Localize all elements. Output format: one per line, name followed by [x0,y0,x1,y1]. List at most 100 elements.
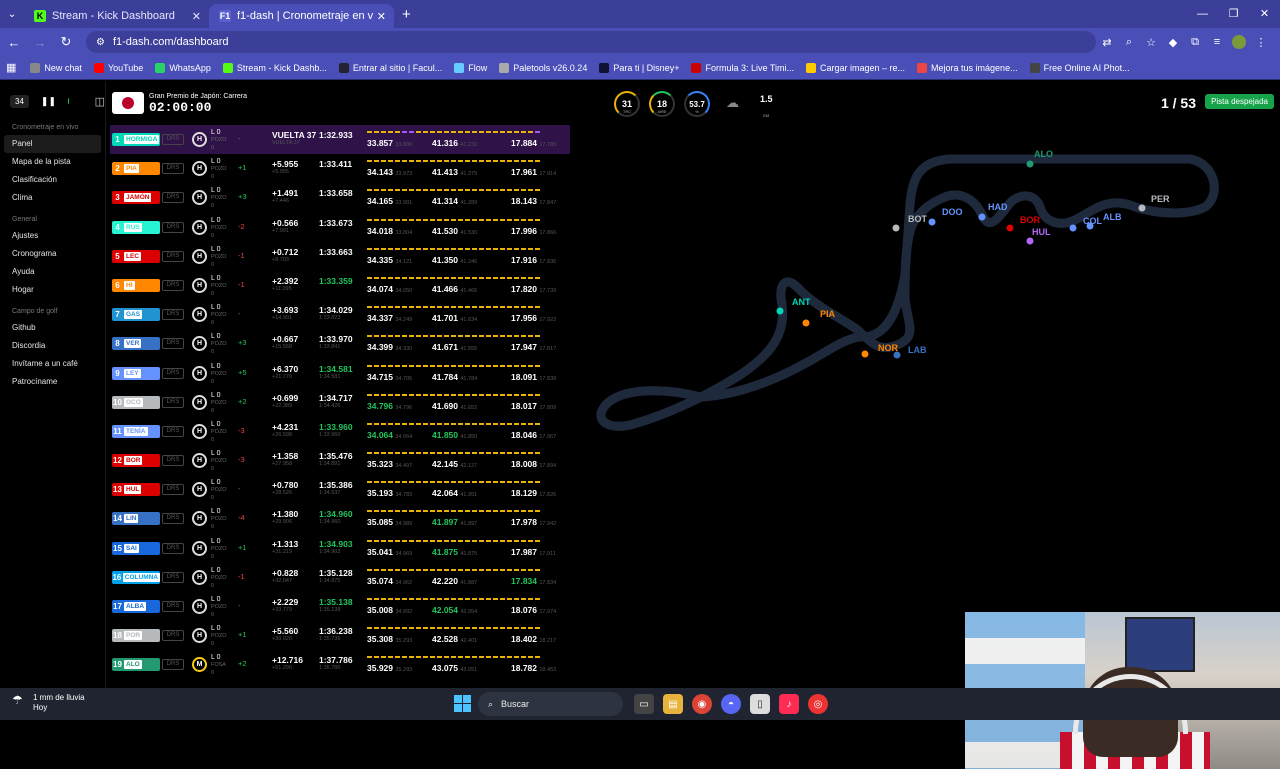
mini-sector [451,656,456,659]
sidebar-item-github[interactable]: Github [0,319,105,337]
bookmark-item[interactable]: Cargar imagen – re... [805,62,905,73]
bookmark-item[interactable]: Flow [454,62,487,73]
driver-row[interactable]: 11 TENÍA DRS H L 0 POZO 0 -3 +4.231 +26.598 1:33.9… [110,417,570,446]
apps-grid-icon[interactable]: ▦ [6,61,16,74]
zoom-icon[interactable]: ⌕ [1118,36,1140,49]
sidebar-item-discordia[interactable]: Discordia [0,337,105,355]
bookmark-label: YouTube [107,62,144,73]
site-info-icon[interactable]: ⚙ [96,37,105,48]
driver-row[interactable]: 6 HI DRS H L 0 POZO 0 -1 +2.392 +11.095 1:33.359 34… [110,271,570,300]
menu-icon[interactable]: ⋮ [1250,36,1272,49]
forward-icon[interactable]: → [28,35,52,50]
tyre-compound-icon: H [192,190,207,206]
sidebar-item-patroc-name[interactable]: Patrocíname [0,373,105,391]
address-bar[interactable]: ⚙ f1-dash.com/dashboard [86,31,1096,53]
mini-sector [535,335,540,338]
sector-2-time: 43.075 43.051 [432,663,477,673]
bookmark-item[interactable]: Free Online AI Phot... [1029,62,1130,73]
reload-icon[interactable]: ↻ [54,34,78,50]
bookmark-item[interactable]: Stream - Kick Dashb... [222,62,327,73]
driver-row[interactable]: 13 HUL DRS H L 0 POZO 0- +0.780 +28.526 1:35.386 1… [110,475,570,504]
sidebar-item-inv-tame-a-un-caf-[interactable]: Invítame a un café [0,355,105,373]
mini-sector [395,452,400,455]
mini-sector [493,598,498,600]
new-tab-button[interactable]: + [402,6,411,23]
tab-search-icon[interactable]: ⌄ [0,9,24,20]
mini-sector [500,364,505,367]
bookmark-item[interactable]: WhatsApp [155,62,211,73]
driver-row[interactable]: 1 HORMIGA DRS H L 0 POZO 0- VUELTA 37 VUELTA 37 1… [110,125,570,155]
mini-sector [374,364,379,367]
driver-row[interactable]: 14 LIN DRS H L 0 POZO 0 -4 +1.380 +29.906 1:34.960… [110,504,570,533]
pause-icon[interactable]: ❚❚ [41,96,56,107]
sidebar-toggle-icon[interactable]: ◫ [95,95,105,108]
minimize-icon[interactable]: — [1187,0,1218,28]
sidebar-item-clima[interactable]: Clima [0,189,105,207]
bookmark-item[interactable]: New chat [30,62,82,73]
close-tab-icon[interactable]: ✕ [377,10,386,23]
drs-indicator: DRS [162,484,184,496]
app-icon[interactable]: ◎ [808,694,828,714]
back-icon[interactable]: ← [2,35,26,50]
bookmark-item[interactable]: Mejora tus imágene... [917,62,1018,73]
file-explorer-icon[interactable]: ▤ [663,694,683,714]
sector-best: 34.962 [395,579,413,586]
windows-start-icon[interactable] [454,695,471,712]
driver-row[interactable]: 10 OCO DRS H L 0 POZO 0 +2 +0.699 +22.389 1:34.717… [110,388,570,417]
sidebar-item-ayuda[interactable]: Ayuda [0,263,105,281]
driver-row[interactable]: 15 SAI DRS H L 0 POZO 0 +1 +1.313 +31.219 1:34.903… [110,534,570,563]
driver-row[interactable]: 5 LEC DRS H L 0 POZO 0 -1 +0.712 +8.703 1:33.663 34… [110,242,570,271]
taskbar-search[interactable]: ⌕ Buscar [478,692,623,716]
mini-sector [472,189,477,192]
chrome-icon[interactable]: ◉ [692,694,712,714]
sidebar-item-cronograma[interactable]: Cronograma [0,245,105,263]
driver-row[interactable]: 12 BOR DRS H L 0 POZO 0 -3 +1.358 +27.958 1:35.476… [110,446,570,475]
mini-sector [535,131,540,133]
tab-f1-dash[interactable]: F1 f1-dash | Cronometraje en vivo ✕ [209,4,394,28]
bookmark-item[interactable]: Entrar al sitio | Facul... [338,62,442,73]
driver-row[interactable]: 2 PIA DRS H L 0 POZO 0 +1 +5.955 +5.955 1:33.411 34… [110,154,570,183]
pit-count: 0 [211,436,215,443]
tab-kick-dashboard[interactable]: K Stream - Kick Dashboard ✕ [24,4,209,28]
media-icon[interactable]: ≡ [1206,36,1228,48]
task-view-icon[interactable]: ▭ [634,694,654,714]
bookmark-item[interactable]: YouTube [93,62,144,73]
close-window-icon[interactable]: ✕ [1249,0,1280,28]
profile-avatar[interactable] [1232,35,1246,49]
weather-widget[interactable]: ☂ 1 mm de lluvia Hoy [12,693,85,713]
sector-1-time: 35.193 34.783 [367,488,412,498]
bookmark-item[interactable]: Paletools v26.0.24 [499,62,587,73]
last-lap-time: 1:36.238 1:35.736 [319,627,353,643]
sidebar-item-ajustes[interactable]: Ajustes [0,227,105,245]
driver-row[interactable]: 16 COLUMNA DRS H L 0 POZO 0 -1 +0.828 +32.047 1:35… [110,563,570,592]
notepad-icon[interactable]: ▯ [750,694,770,714]
driver-row[interactable]: 9 LEY DRS H L 0 POZO 0 +5 +6.370 +21.770 1:34.581 1… [110,359,570,388]
sidebar-item-clasificaci-n[interactable]: Clasificación [0,171,105,189]
driver-row[interactable]: 17 ALBA DRS H L 0 POZO 0- +2.229 +33.779 1:35.138… [110,592,570,621]
sidebar-item-hogar[interactable]: Hogar [0,281,105,299]
driver-row[interactable]: 19 ALO DRS M L 0 FOSA 0 +2 +12.716 +51.290 1:37.78… [110,650,570,679]
bookmark-star-icon[interactable]: ☆ [1140,36,1162,49]
restore-icon[interactable]: ❐ [1218,0,1249,28]
mini-sector [367,452,372,455]
translate-icon[interactable]: ⇄ [1096,36,1118,49]
sidebar-item-panel[interactable]: Panel [4,135,101,153]
mini-sector [444,276,449,279]
bookmark-item[interactable]: Para ti | Disney+ [599,62,679,73]
sidebar-item-mapa-de-la-pista[interactable]: Mapa de la pista [0,153,105,171]
driver-row[interactable]: 3 JAMÓN DRS H L 0 POZO 0 +3 +1.491 +7.446 1:33.658… [110,183,570,212]
extension-icon[interactable]: ◆ [1162,36,1184,49]
extensions-puzzle-icon[interactable]: ⧉ [1184,36,1206,49]
position-change: - [238,134,241,143]
bookmark-item[interactable]: Formula 3: Live Timi... [691,62,794,73]
driver-row[interactable]: 4 RUS DRS H L 0 POZO 0 -2 +0.566 +7.991 1:33.673 34… [110,213,570,242]
mini-sector [430,364,435,367]
driver-row[interactable]: 7 GAS DRS H L 0 POZO 0- +3.693 +14.901 1:34.029 1:… [110,300,570,329]
driver-row[interactable]: 18 POR DRS H L 0 POZO 0 +1 +5.560 +39.020 1:36.238… [110,621,570,650]
close-tab-icon[interactable]: ✕ [192,10,201,23]
discord-icon[interactable]: ◓ [721,694,741,714]
driver-row[interactable]: 8 VER DRS H L 0 POZO 0 +3 +0.667 +15.568 1:33.970 1… [110,329,570,358]
best-lap-time: 1:34.875 [319,577,341,584]
tiktok-icon[interactable]: ♪ [779,694,799,714]
air-temp-value: 18 [656,99,667,109]
